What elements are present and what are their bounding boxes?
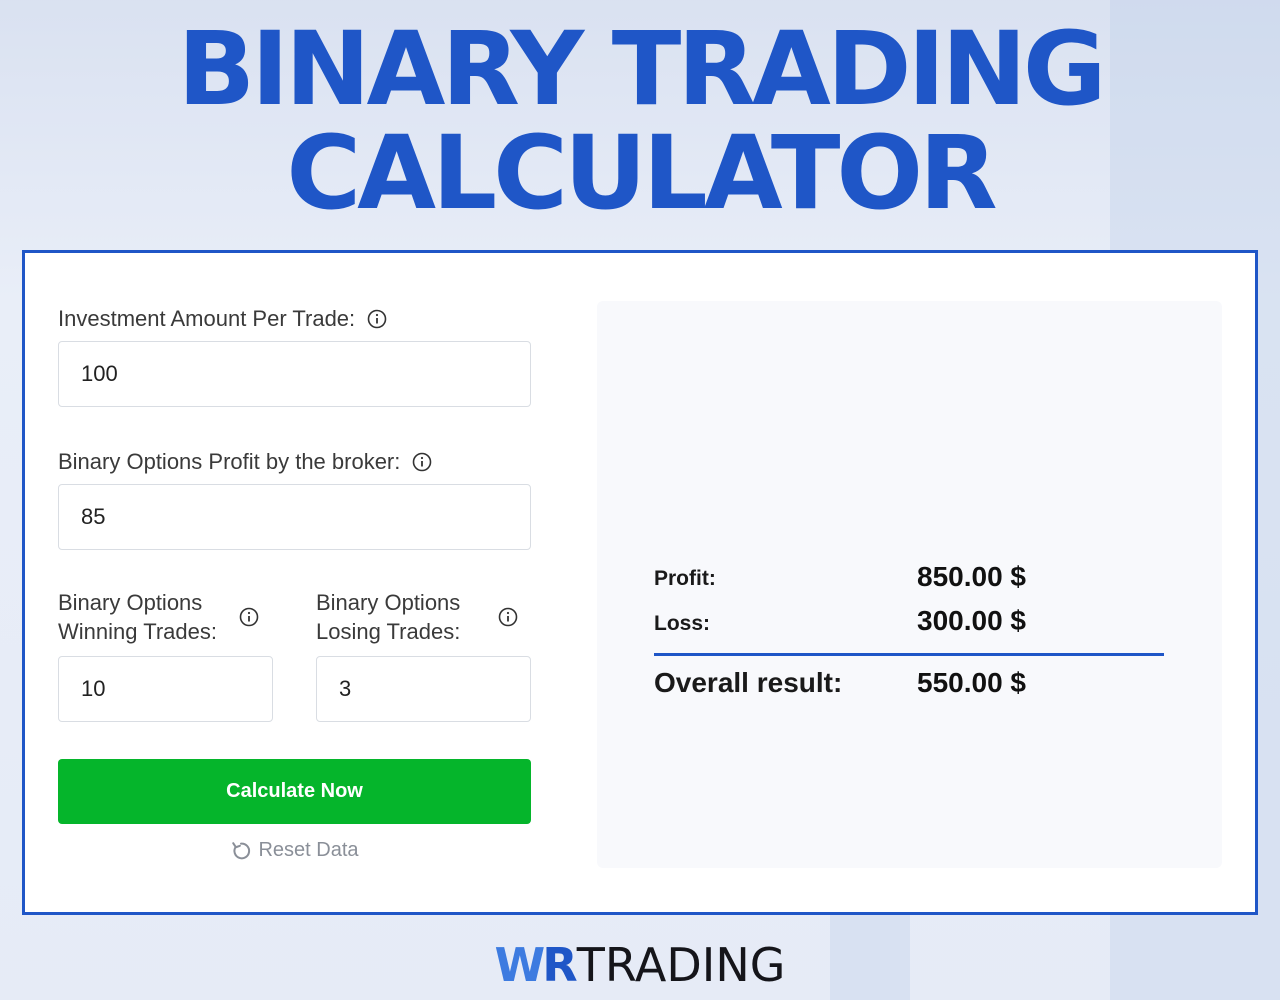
winning-trades-label: Binary Options Winning Trades: [58, 588, 259, 646]
reset-data-button[interactable]: Reset Data [58, 839, 531, 862]
losing-trades-input[interactable]: 3 [316, 656, 531, 722]
logo-text: TRADING [576, 938, 786, 992]
profit-value: 850.00 $ [917, 561, 1026, 592]
refresh-icon [232, 841, 251, 859]
info-icon[interactable] [367, 309, 387, 329]
loss-label: Loss: [654, 612, 711, 635]
wr-trading-logo: WR TRADING [0, 938, 1280, 992]
losing-trades-label: Binary Options Losing Trades: [316, 588, 518, 646]
calculate-now-button[interactable]: Calculate Now [58, 759, 531, 824]
profit-percent-value: 85 [81, 504, 106, 529]
profit-percent-input[interactable]: 85 [58, 484, 531, 550]
info-icon[interactable] [239, 607, 259, 627]
calculator-card: Investment Amount Per Trade: 100 Binary … [22, 250, 1258, 915]
winning-trades-value: 10 [81, 676, 106, 701]
reset-data-label: Reset Data [258, 839, 359, 861]
logo-r: R [542, 938, 577, 992]
profit-label: Profit: [654, 567, 716, 590]
winning-trades-input[interactable]: 10 [58, 656, 273, 722]
losing-trades-label-line1: Binary Options [316, 590, 461, 615]
investment-value: 100 [81, 361, 118, 386]
profit-percent-label: Binary Options Profit by the broker: [58, 447, 432, 476]
winning-trades-label-text: Binary Options Winning Trades: [58, 588, 217, 646]
investment-label-text: Investment Amount Per Trade: [58, 306, 356, 331]
info-icon[interactable] [412, 452, 432, 472]
losing-trades-label-text: Binary Options Losing Trades: [316, 588, 460, 646]
info-icon[interactable] [498, 607, 518, 627]
result-divider [654, 653, 1164, 656]
winning-trades-label-line2: Winning Trades: [58, 619, 217, 644]
losing-trades-value: 3 [339, 676, 352, 701]
calculate-now-label: Calculate Now [226, 780, 363, 802]
page-title: BINARY TRADING CALCULATOR [0, 18, 1280, 226]
logo-w: W [494, 938, 546, 992]
investment-input[interactable]: 100 [58, 341, 531, 407]
results-panel: Profit: 850.00 $ Loss: 300.00 $ Overall … [597, 301, 1222, 868]
logo-mark: WR [494, 938, 578, 992]
overall-result-value: 550.00 $ [917, 667, 1026, 698]
loss-value: 300.00 $ [917, 605, 1026, 636]
winning-trades-label-line1: Binary Options [58, 590, 203, 615]
overall-result-label: Overall result: [654, 667, 843, 698]
title-line-2: CALCULATOR [286, 114, 997, 233]
profit-percent-label-text: Binary Options Profit by the broker: [58, 449, 401, 474]
investment-label: Investment Amount Per Trade: [58, 304, 387, 333]
losing-trades-label-line2: Losing Trades: [316, 619, 461, 644]
title-line-1: BINARY TRADING [177, 10, 1106, 129]
